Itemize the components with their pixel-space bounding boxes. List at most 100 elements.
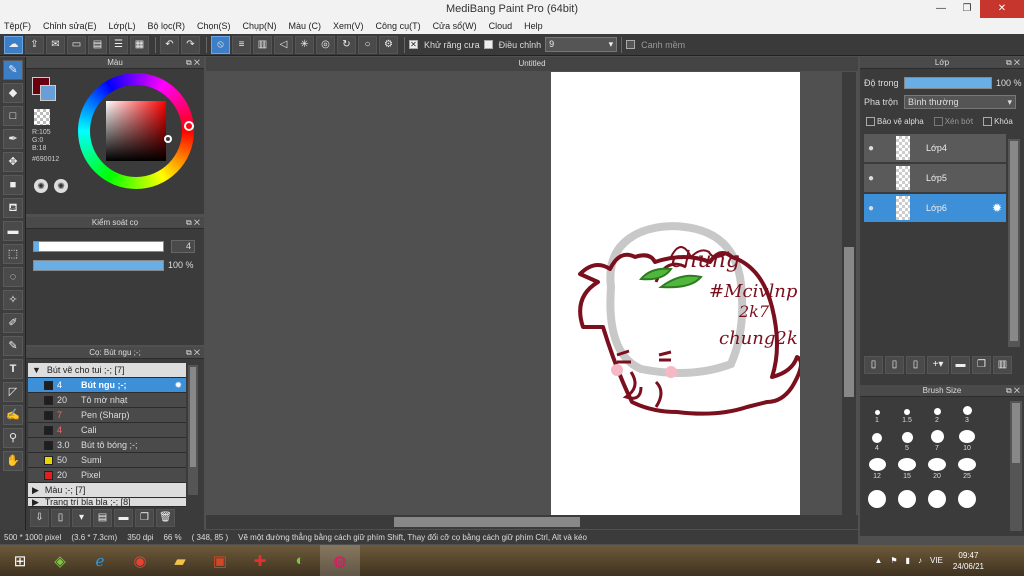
brush-item[interactable]: 4 Bút ngu ;-; ✹ [28,378,186,393]
layer-item[interactable]: ● Lớp6 ✹ [864,194,1006,222]
flag-icon[interactable]: ⚑ [890,556,897,565]
gradient-tool-icon[interactable]: ▬ [3,221,23,241]
close-button[interactable]: ✕ [980,0,1024,18]
menu-edit[interactable]: Chỉnh sửa(E) [43,18,97,34]
brush-size-value[interactable]: 4 [171,240,195,253]
menu-window[interactable]: Cửa sổ(W) [433,18,477,34]
brush-add-icon[interactable]: ▾ [72,509,91,527]
brush-opacity-slider[interactable] [33,260,164,271]
brush-list-scrollbar[interactable] [188,365,198,495]
medibang-taskbar-icon[interactable]: ◍ [320,545,360,576]
layer-item[interactable]: ● Lớp4 [864,134,1006,162]
panel-close-icon[interactable]: ⧉ ✕ [1006,57,1020,69]
brush-item[interactable]: 4 Cali [28,423,186,438]
windows-start-icon[interactable]: ⊞ [0,545,40,576]
layer-folder-icon[interactable]: ▬ [951,356,970,374]
brush-size-preset[interactable]: 1 [866,402,888,424]
drawing-canvas[interactable]: chung #Mcivlnp 2k7 chung2k7 [551,72,810,515]
undo-icon[interactable]: ↶ [160,35,179,54]
brush-item[interactable]: 50 Sumi [28,453,186,468]
brush-cloud-icon[interactable]: ⇩ [30,509,49,527]
select-tool-icon[interactable]: ⬚ [3,244,23,264]
menu-view[interactable]: Xem(V) [333,18,364,34]
color-marker[interactable] [164,135,172,143]
soft-snap-checkbox[interactable] [626,40,636,49]
lasso-tool-icon[interactable]: ◌ [3,267,23,287]
adjust-checkbox[interactable] [483,40,493,49]
snap-settings-icon[interactable]: ⚙ [379,35,398,54]
tray-up-arrow-icon[interactable]: ▲ [874,556,882,565]
screen-icon[interactable]: ▭ [67,35,86,54]
palette-add-icon[interactable]: ✺ [54,179,68,193]
brush-size-preset[interactable]: 5 [896,430,918,452]
antialias-checkbox[interactable]: ✕ [409,40,418,49]
brush-size-slider[interactable] [33,241,164,252]
layer-opacity-slider[interactable] [904,77,992,89]
brush-item[interactable]: 20 Pixel [28,468,186,483]
bluestacks-icon[interactable]: ◈ [40,545,80,576]
brush-size-preset[interactable]: 15 [896,458,918,480]
gear-icon[interactable]: ✹ [992,201,1002,215]
add-layer-menu-icon[interactable]: +▾ [927,356,949,374]
panel-close-icon[interactable]: ⧉ ✕ [186,57,200,69]
brush-new-icon[interactable]: ▯ [51,509,70,527]
document-icon[interactable]: ▤ [88,35,107,54]
brush-size-preset[interactable] [866,486,888,508]
new-layer-icon[interactable]: ▯ [864,356,883,374]
hue-marker[interactable] [184,121,194,131]
layer-item[interactable]: ● Lớp5 [864,164,1006,192]
camtasia-icon[interactable]: ◐ [280,545,320,576]
menu-select[interactable]: Chọn(S) [197,18,231,34]
bucket-tool-icon[interactable]: ⛾ [3,198,23,218]
minimize-button[interactable]: — [928,0,954,18]
brush-delete-icon[interactable]: 🗑 [156,509,175,527]
text-tool-icon[interactable]: T [3,359,23,379]
palette-icon[interactable]: ✺ [34,179,48,193]
list-icon[interactable]: ☰ [109,35,128,54]
eyedropper-icon[interactable]: ⚲ [3,428,23,448]
eraser-tool-icon[interactable]: ◆ [3,83,23,103]
input-language[interactable]: VIE [930,556,943,565]
internet-explorer-icon[interactable]: ℯ [80,545,120,576]
eye-icon[interactable]: ● [864,203,878,214]
brush-size-preset[interactable]: 4 [866,430,888,452]
canvas-tab[interactable]: Untitled [206,57,858,71]
snap-off-icon[interactable]: ⦸ [211,35,230,54]
brush-group-header[interactable]: ▶ Màu ;-; [7] [28,483,186,498]
rect-tool-icon[interactable]: □ [3,106,23,126]
blur-tool-icon[interactable]: ✍ [3,405,23,425]
select-eraser-icon[interactable]: ✎ [3,336,23,356]
eye-icon[interactable]: ● [864,173,878,184]
layer-list-scrollbar[interactable] [1008,139,1020,347]
vanish-snap-icon[interactable]: ◁ [274,35,293,54]
fill-rect-tool-icon[interactable]: ■ [3,175,23,195]
powerpoint-icon[interactable]: ▣ [200,545,240,576]
menu-color[interactable]: Màu (C) [289,18,322,34]
brush-size-preset[interactable]: 3 [956,402,978,424]
duplicate-layer-icon[interactable]: ❐ [972,356,991,374]
grid-icon[interactable]: ▦ [130,35,149,54]
menu-layer[interactable]: Lớp(L) [109,18,136,34]
canvas-vertical-scrollbar[interactable] [842,72,856,515]
brush-size-preset[interactable]: 12 [866,458,888,480]
brush-size-scrollbar[interactable] [1010,401,1022,531]
panel-close-icon[interactable]: ⧉ ✕ [186,217,200,229]
comment-icon[interactable]: ✉ [46,35,65,54]
brush-size-preset[interactable]: 20 [926,458,948,480]
menu-tools[interactable]: Công cụ(T) [376,18,421,34]
paint-app-icon[interactable]: ✚ [240,545,280,576]
adjust-select[interactable]: 9 [545,37,618,52]
new-layer-1bit-icon[interactable]: ▯ [906,356,925,374]
clip-checkbox[interactable] [933,117,943,126]
select-pen-icon[interactable]: ✐ [3,313,23,333]
brush-item[interactable]: 3.0 Bút tô bóng ;-; [28,438,186,453]
panel-close-icon[interactable]: ⧉ ✕ [1006,385,1020,397]
saturation-value-square[interactable] [106,101,166,161]
brush-size-preset[interactable] [926,486,948,508]
secondary-color-swatch[interactable] [40,85,56,101]
gear-icon[interactable]: ✹ [174,380,182,391]
menu-filter[interactable]: Bộ lọc(R) [147,18,185,34]
brush-size-preset[interactable]: 25 [956,458,978,480]
file-explorer-icon[interactable]: ▰ [160,545,200,576]
lock-checkbox[interactable] [983,117,993,126]
